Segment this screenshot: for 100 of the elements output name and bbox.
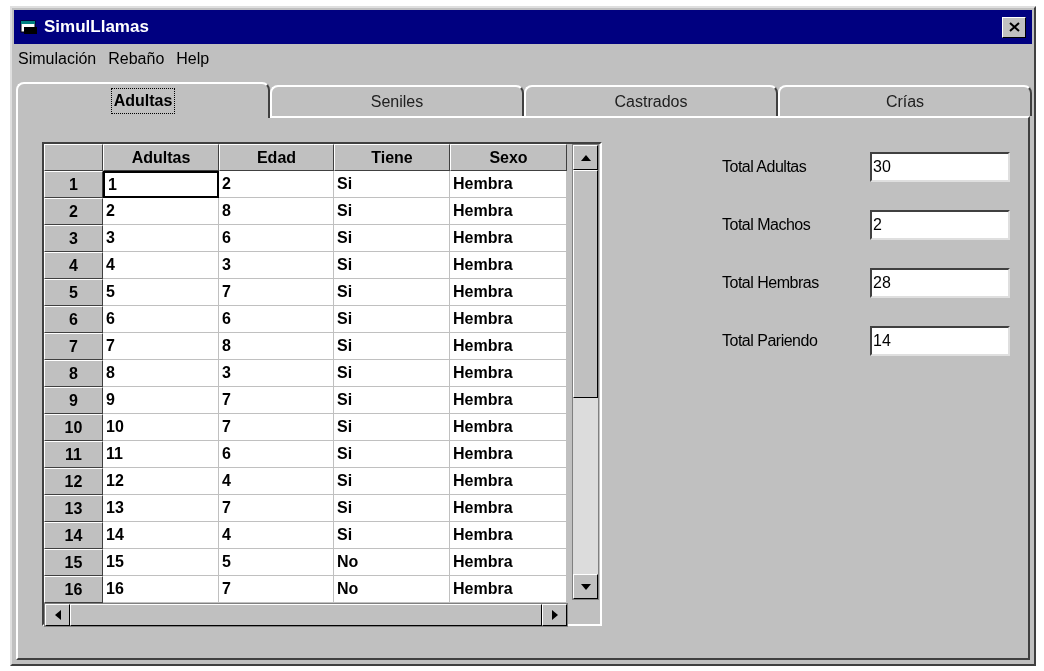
input-field[interactable]: 28 (870, 268, 1010, 298)
tab[interactable]: Castrados (524, 85, 778, 116)
table-cell[interactable]: Hembra (450, 495, 567, 522)
table-cell[interactable]: 4 (219, 522, 334, 549)
column-header[interactable]: Edad (219, 144, 334, 171)
table-cell[interactable]: 6 (103, 306, 219, 333)
table-cell[interactable]: 8 (219, 198, 334, 225)
table-cell[interactable]: 13 (103, 495, 219, 522)
table-cell[interactable]: 2 (103, 198, 219, 225)
table-cell[interactable]: Si (334, 198, 450, 225)
table-cell[interactable]: Hembra (450, 225, 567, 252)
table-cell[interactable]: 8 (219, 333, 334, 360)
table-cell[interactable]: 7 (219, 414, 334, 441)
table-cell[interactable]: Hembra (450, 306, 567, 333)
table-cell[interactable]: Si (334, 522, 450, 549)
table-cell[interactable]: 3 (219, 360, 334, 387)
column-header[interactable]: Sexo (450, 144, 567, 171)
up-arrow-icon (580, 154, 591, 161)
table-cell[interactable]: 14 (103, 522, 219, 549)
scroll-left-button[interactable] (45, 604, 70, 626)
table-cell[interactable]: Si (334, 252, 450, 279)
table-cell[interactable]: 16 (103, 576, 219, 603)
scroll-right-button[interactable] (542, 604, 567, 626)
vertical-scrollbar[interactable] (572, 144, 599, 600)
table-cell[interactable]: 10 (103, 414, 219, 441)
table-cell[interactable]: 7 (219, 387, 334, 414)
horizontal-scrollbar[interactable] (44, 603, 568, 627)
scroll-down-button[interactable] (573, 574, 598, 599)
table-cell[interactable]: Hembra (450, 441, 567, 468)
table-cell[interactable]: 4 (103, 252, 219, 279)
field-label: Total Adultas (722, 157, 808, 177)
row-header: 7 (44, 333, 103, 360)
menu-item[interactable]: Help (176, 47, 210, 71)
table-cell[interactable]: 7 (219, 495, 334, 522)
table-cell[interactable]: Hembra (450, 360, 567, 387)
table-cell[interactable]: Si (334, 495, 450, 522)
table-cell[interactable]: 6 (219, 441, 334, 468)
menu-item[interactable]: Simulación (18, 47, 97, 71)
table-cell[interactable]: 15 (103, 549, 219, 576)
window-title: SimulLlamas (44, 16, 149, 39)
row-header: 3 (44, 225, 103, 252)
table-cell[interactable]: Si (334, 279, 450, 306)
column-header[interactable]: Adultas (103, 144, 219, 171)
table-cell[interactable]: 12 (103, 468, 219, 495)
scroll-up-button[interactable] (573, 145, 598, 170)
table-cell[interactable]: Hembra (450, 252, 567, 279)
table-cell[interactable]: 3 (103, 225, 219, 252)
table-cell[interactable]: 1 (103, 171, 219, 198)
close-button[interactable] (1002, 16, 1026, 38)
table-cell[interactable]: Si (334, 360, 450, 387)
input-field[interactable]: 2 (870, 210, 1010, 240)
row-header: 11 (44, 441, 103, 468)
table-cell[interactable]: 5 (103, 279, 219, 306)
table-cell[interactable]: Si (334, 306, 450, 333)
row-header: 9 (44, 387, 103, 414)
table-cell[interactable]: Hembra (450, 549, 567, 576)
table-cell[interactable]: 11 (103, 441, 219, 468)
table-cell[interactable]: 6 (219, 306, 334, 333)
table-cell[interactable]: 5 (219, 549, 334, 576)
table-cell[interactable]: Hembra (450, 522, 567, 549)
table-cell[interactable]: Si (334, 441, 450, 468)
table-cell[interactable]: Hembra (450, 171, 567, 198)
table-cell[interactable]: 7 (103, 333, 219, 360)
table-cell[interactable]: 3 (219, 252, 334, 279)
tab[interactable]: Adultas (16, 82, 270, 118)
table-cell[interactable]: Hembra (450, 414, 567, 441)
table-cell[interactable]: 4 (219, 468, 334, 495)
row-header: 10 (44, 414, 103, 441)
scrollbar-thumb[interactable] (70, 604, 542, 626)
tab[interactable]: Seniles (270, 85, 524, 116)
table-cell[interactable]: 6 (219, 225, 334, 252)
row-header: 15 (44, 549, 103, 576)
table-cell[interactable]: Si (334, 414, 450, 441)
row-header: 5 (44, 279, 103, 306)
column-header[interactable]: Tiene (334, 144, 450, 171)
table-cell[interactable]: Hembra (450, 387, 567, 414)
table-cell[interactable]: Si (334, 387, 450, 414)
table-cell[interactable]: 2 (219, 171, 334, 198)
table-cell[interactable]: Si (334, 171, 450, 198)
scrollbar-thumb[interactable] (573, 170, 598, 398)
left-arrow-icon (54, 610, 61, 620)
table-cell[interactable]: 7 (219, 279, 334, 306)
input-field[interactable]: 30 (870, 152, 1010, 182)
table-cell[interactable]: Hembra (450, 279, 567, 306)
field-label: Total Hembras (722, 273, 820, 293)
tab[interactable]: Crías (778, 85, 1032, 116)
table-cell[interactable]: 7 (219, 576, 334, 603)
table-cell[interactable]: Hembra (450, 198, 567, 225)
table-cell[interactable]: Si (334, 333, 450, 360)
table-cell[interactable]: 9 (103, 387, 219, 414)
input-field[interactable]: 14 (870, 326, 1010, 356)
menu-item[interactable]: Rebaño (108, 47, 165, 71)
table-cell[interactable]: No (334, 576, 450, 603)
table-cell[interactable]: 8 (103, 360, 219, 387)
table-cell[interactable]: Si (334, 225, 450, 252)
table-cell[interactable]: Hembra (450, 576, 567, 603)
table-cell[interactable]: Hembra (450, 333, 567, 360)
table-cell[interactable]: Si (334, 468, 450, 495)
table-cell[interactable]: Hembra (450, 468, 567, 495)
table-cell[interactable]: No (334, 549, 450, 576)
